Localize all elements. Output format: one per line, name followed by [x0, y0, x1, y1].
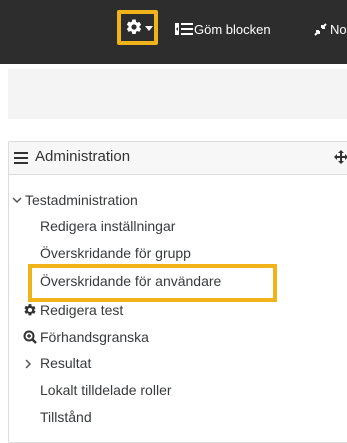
hamburger-icon: [14, 152, 28, 164]
fullscreen-label: No: [330, 21, 347, 37]
fullscreen-icon: [314, 22, 327, 36]
tree-item-tillstand[interactable]: Tillstånd: [40, 409, 92, 425]
block-title: Administration: [35, 148, 131, 165]
block-header: Administration: [9, 142, 347, 175]
settings-menu-button[interactable]: [117, 10, 158, 45]
tree-item-overskridande-anvandare[interactable]: Överskridande för användare: [40, 273, 221, 289]
tree-item-redigera-test[interactable]: Redigera test: [40, 302, 123, 318]
preview-icon: [23, 330, 37, 344]
tree-item-overskridande-grupp[interactable]: Överskridande för grupp: [40, 245, 191, 261]
top-navbar: Göm blocken No: [0, 0, 347, 64]
gear-icon: [126, 19, 142, 34]
tree-node-testadministration[interactable]: Testadministration: [25, 192, 138, 208]
move-icon[interactable]: [334, 150, 347, 164]
hide-blocks-label: Göm blocken: [194, 21, 271, 37]
tree-item-lokalt-tilldelade-roller[interactable]: Lokalt tilldelade roller: [40, 382, 172, 398]
chevron-down-icon: [145, 26, 153, 31]
tree-node-resultat[interactable]: Resultat: [40, 355, 91, 371]
chevron-down-icon[interactable]: [12, 196, 22, 204]
chevron-right-icon[interactable]: [24, 359, 32, 369]
fullscreen-button[interactable]: No: [314, 19, 347, 39]
hide-blocks-button[interactable]: Göm blocken: [175, 19, 271, 39]
tree-item-forhandsgranska[interactable]: Förhandsgranska: [40, 329, 149, 345]
tree-item-redigera-installningar[interactable]: Redigera inställningar: [40, 218, 175, 234]
gear-icon: [24, 304, 36, 316]
page-header-area: [8, 69, 347, 119]
hide-blocks-icon: [175, 23, 193, 35]
